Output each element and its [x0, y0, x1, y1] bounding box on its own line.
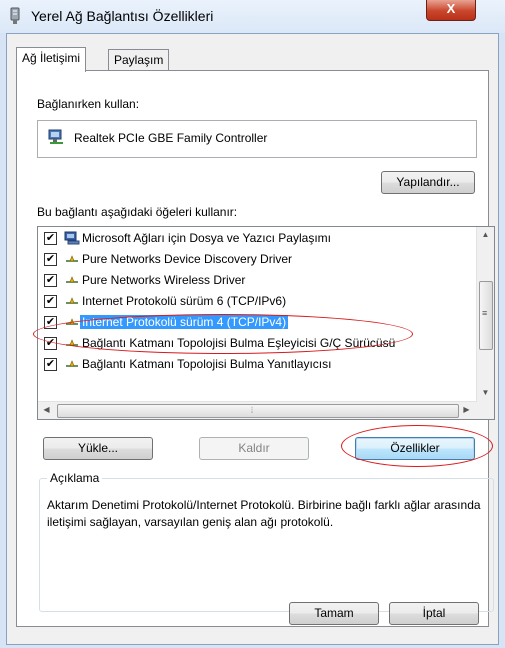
ok-button[interactable]: Tamam [289, 602, 379, 625]
vertical-scrollbar[interactable]: ▲ ≡ ▼ [476, 227, 494, 402]
list-item[interactable]: ✔ Microsoft Ağları için Dosya ve Yazıcı … [38, 228, 458, 249]
checkbox[interactable]: ✔ [44, 358, 57, 371]
list-item[interactable]: ✔ Bağlantı Katmanı Topolojisi Bulma Yanı… [38, 354, 458, 375]
adapter-name: Realtek PCIe GBE Family Controller [74, 131, 268, 145]
horizontal-scroll-thumb[interactable]: ⦙ [57, 404, 459, 418]
network-adapter-icon [48, 129, 63, 144]
adapter-field: Realtek PCIe GBE Family Controller [37, 120, 477, 158]
grip-icon: ⦙ [251, 405, 254, 415]
scroll-corner [477, 402, 494, 419]
window-title: Yerel Ağ Bağlantısı Özellikleri [31, 8, 214, 24]
install-button[interactable]: Yükle... [43, 437, 153, 460]
list-item-label: Pure Networks Wireless Driver [82, 273, 246, 287]
network-service-icon [64, 231, 80, 245]
title-bar: Yerel Ağ Bağlantısı Özellikleri X [0, 0, 505, 33]
list-item-label: Pure Networks Device Discovery Driver [82, 252, 293, 266]
scroll-left-arrow-icon[interactable]: ◀ [38, 405, 55, 414]
protocol-icon [66, 360, 78, 367]
description-legend: Açıklama [47, 471, 103, 485]
list-item-label: Internet Protokolü sürüm 6 (TCP/IPv6) [82, 294, 287, 308]
items-label: Bu bağlantı aşağıdaki öğeleri kullanır: [37, 205, 238, 219]
list-item-label: Bağlantı Katmanı Topolojisi Bulma Yanıtl… [82, 357, 332, 371]
close-icon: X [446, 1, 456, 16]
tab-networking[interactable]: Ağ İletişimi [16, 47, 87, 72]
configure-button[interactable]: Yapılandır... [381, 171, 475, 194]
checkbox[interactable]: ✔ [44, 295, 57, 308]
annotation-circle-properties [341, 425, 493, 467]
list-item[interactable]: ✔ Pure Networks Wireless Driver [38, 270, 458, 291]
protocol-icon [66, 297, 78, 304]
protocol-icon [66, 276, 78, 283]
list-item[interactable]: ✔ Pure Networks Device Discovery Driver [38, 249, 458, 270]
scroll-down-arrow-icon[interactable]: ▼ [477, 388, 494, 397]
checkbox[interactable]: ✔ [44, 253, 57, 266]
cancel-button[interactable]: İptal [389, 602, 479, 625]
list-item[interactable]: ✔ Internet Protokolü sürüm 6 (TCP/IPv6) [38, 291, 458, 312]
protocol-icon [66, 255, 78, 262]
grip-icon: ≡ [482, 308, 488, 318]
network-adapter-icon [10, 7, 20, 24]
close-button[interactable]: X [426, 0, 476, 21]
vertical-scroll-thumb[interactable]: ≡ [479, 281, 493, 350]
annotation-circle-ipv4 [33, 314, 413, 354]
horizontal-scrollbar[interactable]: ◀ ⦙ ▶ [38, 401, 477, 419]
tab-sharing[interactable]: Paylaşım [108, 49, 170, 71]
description-text: Aktarım Denetimi Protokolü/Internet Prot… [47, 498, 481, 529]
scroll-right-arrow-icon[interactable]: ▶ [458, 405, 475, 414]
list-item-label: Microsoft Ağları için Dosya ve Yazıcı Pa… [82, 231, 331, 245]
scroll-up-arrow-icon[interactable]: ▲ [477, 230, 494, 239]
checkbox[interactable]: ✔ [44, 274, 57, 287]
connect-using-label: Bağlanırken kullan: [37, 97, 140, 111]
uninstall-button[interactable]: Kaldır [199, 437, 309, 460]
checkbox[interactable]: ✔ [44, 232, 57, 245]
